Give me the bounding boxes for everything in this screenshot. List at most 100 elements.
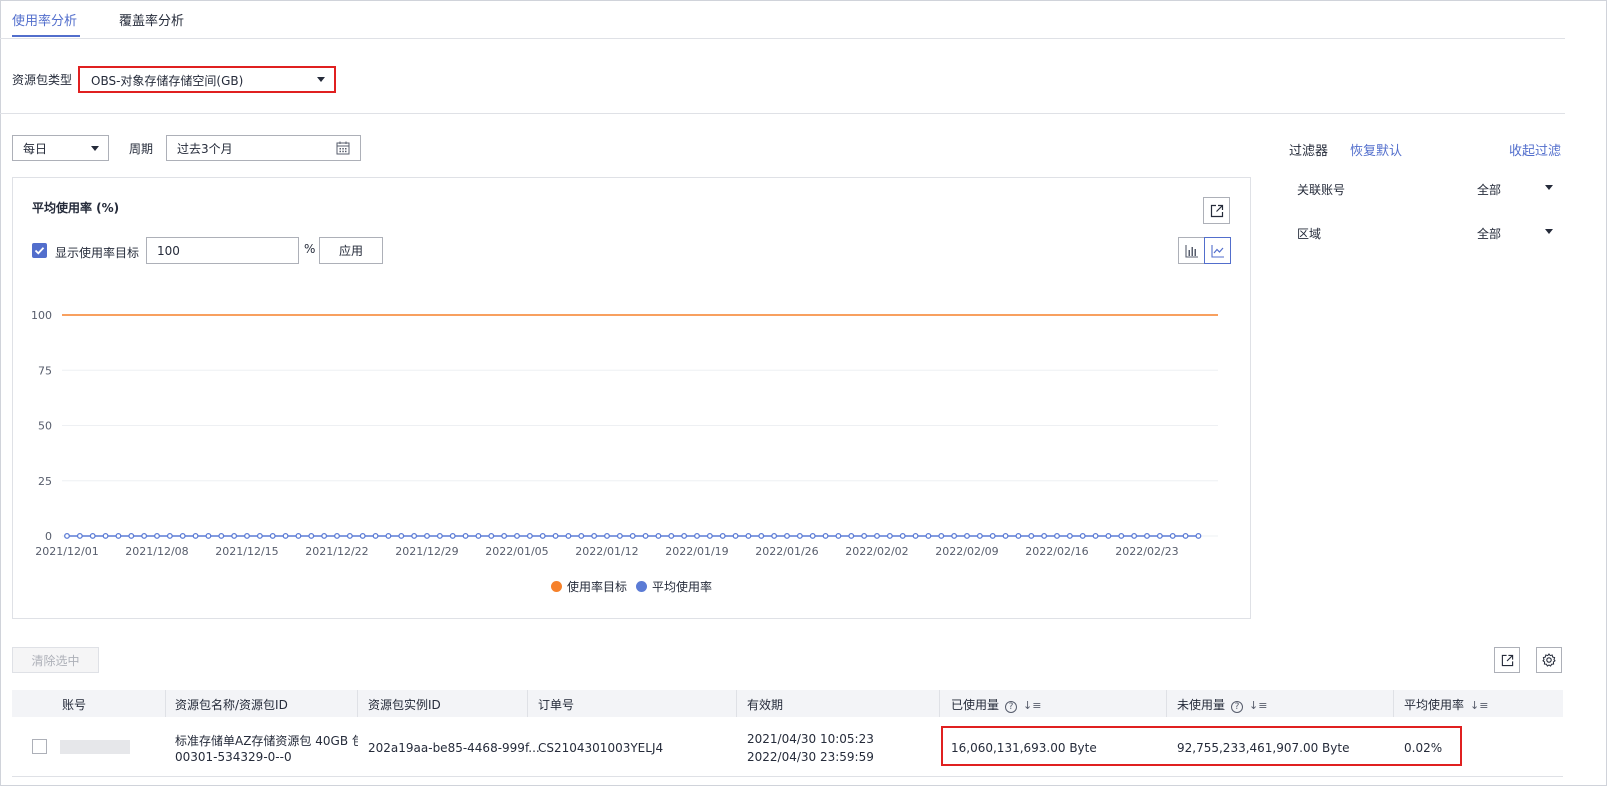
- avg-usage-point: [745, 533, 752, 539]
- avg-usage-point: [629, 533, 636, 539]
- avg-usage-point: [784, 533, 790, 539]
- avg-usage-point: [1079, 533, 1086, 539]
- avg-usage-point: [976, 533, 983, 539]
- avg-usage-point: [796, 533, 803, 539]
- col-unused: 未使用量? ↓≡: [1177, 696, 1267, 713]
- chevron-down-icon[interactable]: [1545, 229, 1553, 234]
- col-instance-id: 资源包实例ID: [368, 698, 441, 712]
- help-icon[interactable]: ?: [1231, 701, 1244, 713]
- avg-usage-point: [616, 533, 623, 539]
- col-used: 已使用量? ↓≡: [951, 696, 1041, 713]
- legend-avg-rate[interactable]: 平均使用率: [636, 578, 712, 595]
- avg-usage-point: [938, 533, 945, 539]
- avg-usage-point: [1156, 533, 1163, 539]
- avg-usage-point: [359, 533, 366, 539]
- avg-usage-point: [848, 533, 855, 539]
- filter-region-label: 区域: [1297, 227, 1322, 241]
- sort-icon[interactable]: ↓≡: [1470, 699, 1488, 712]
- avg-usage-point: [1131, 533, 1138, 539]
- x-tick-label: 2021/12/15: [215, 545, 278, 558]
- column-separator: [357, 690, 358, 717]
- avg-usage-point: [166, 533, 173, 539]
- avg-usage-point: [1169, 533, 1176, 539]
- collapse-filter-link[interactable]: 收起过滤: [1509, 140, 1561, 159]
- filter-region-value[interactable]: 全部: [1477, 225, 1501, 242]
- avg-usage-point: [758, 533, 765, 539]
- avg-usage-point: [64, 533, 70, 539]
- sort-icon[interactable]: ↓≡: [1249, 699, 1267, 712]
- highlight-box-usage: [941, 726, 1462, 766]
- col-order-id: 订单号: [538, 698, 575, 712]
- export-table-button[interactable]: [1494, 647, 1520, 673]
- clear-selection-button[interactable]: 清除选中: [12, 647, 99, 673]
- avg-usage-point: [861, 533, 868, 539]
- avg-usage-point: [604, 533, 610, 539]
- avg-usage-point: [269, 533, 276, 539]
- instance-id-link[interactable]: 202a19aa-be85-4468-999f...: [368, 741, 540, 755]
- legend-target-swatch: [551, 581, 562, 592]
- avg-usage-point: [771, 533, 778, 539]
- avg-usage-point: [115, 533, 122, 539]
- x-tick-label: 2022/02/09: [935, 545, 998, 558]
- avg-usage-point: [1041, 533, 1048, 539]
- avg-usage-point: [899, 533, 906, 539]
- x-tick-label: 2022/02/23: [1115, 545, 1178, 558]
- legend-avg-label: 平均使用率: [652, 580, 713, 594]
- filter-account-label: 关联账号: [1297, 183, 1346, 197]
- chevron-down-icon[interactable]: [1545, 185, 1553, 190]
- x-tick-label: 2022/01/26: [755, 545, 818, 558]
- avg-usage-point: [1015, 533, 1022, 539]
- avg-usage-point: [308, 533, 315, 539]
- avg-usage-point: [462, 533, 469, 539]
- avg-usage-point: [385, 533, 392, 539]
- avg-usage-point: [886, 533, 893, 539]
- col-account: 账号: [62, 698, 87, 712]
- avg-usage-point: [719, 533, 726, 539]
- avg-usage-point: [449, 533, 456, 539]
- avg-usage-point: [128, 533, 135, 539]
- table-settings-button[interactable]: [1536, 647, 1562, 673]
- avg-usage-point: [706, 533, 713, 539]
- sort-icon[interactable]: ↓≡: [1023, 699, 1041, 712]
- avg-usage-point: [565, 533, 572, 539]
- avg-usage-point: [179, 533, 186, 539]
- export-icon: [1501, 654, 1513, 666]
- avg-usage-point: [398, 533, 405, 539]
- legend-target-label: 使用率目标: [567, 580, 628, 594]
- avg-usage-point: [732, 533, 739, 539]
- avg-usage-point: [436, 533, 443, 539]
- legend-target[interactable]: 使用率目标: [551, 578, 627, 595]
- x-tick-label: 2022/01/05: [485, 545, 548, 558]
- avg-usage-point: [925, 533, 932, 539]
- avg-usage-point: [411, 533, 418, 539]
- y-tick-label: 75: [38, 364, 52, 377]
- gear-icon: [1542, 653, 1556, 667]
- avg-usage-point: [694, 533, 700, 539]
- avg-usage-point: [912, 533, 919, 539]
- avg-usage-point: [591, 533, 598, 539]
- avg-usage-point: [1092, 533, 1099, 539]
- col-used-label: 已使用量: [951, 698, 1000, 712]
- x-tick-label: 2022/01/19: [665, 545, 728, 558]
- x-tick-label: 2021/12/08: [125, 545, 188, 558]
- row-checkbox[interactable]: [32, 739, 47, 754]
- order-id-link[interactable]: CS2104301003YELJ4: [538, 741, 663, 755]
- filter-title: 过滤器: [1289, 144, 1329, 159]
- avg-usage-point: [874, 533, 880, 539]
- reset-filter-link[interactable]: 恢复默认: [1350, 140, 1402, 159]
- column-separator: [165, 690, 166, 717]
- avg-usage-point: [578, 533, 585, 539]
- col-package-name: 资源包名称/资源包ID: [175, 698, 288, 712]
- avg-usage-point: [835, 533, 842, 539]
- avg-usage-point: [1066, 533, 1073, 539]
- avg-usage-point: [539, 533, 546, 539]
- filter-account-value[interactable]: 全部: [1477, 181, 1501, 198]
- avg-usage-point: [526, 533, 533, 539]
- avg-usage-point: [1195, 533, 1202, 539]
- column-separator: [527, 690, 528, 717]
- avg-usage-point: [1028, 533, 1035, 539]
- help-icon[interactable]: ?: [1005, 701, 1018, 713]
- avg-usage-point: [256, 533, 263, 539]
- avg-usage-point: [154, 533, 160, 539]
- package-name: 标准存储单AZ存储资源包 40GB 包4: [175, 734, 358, 748]
